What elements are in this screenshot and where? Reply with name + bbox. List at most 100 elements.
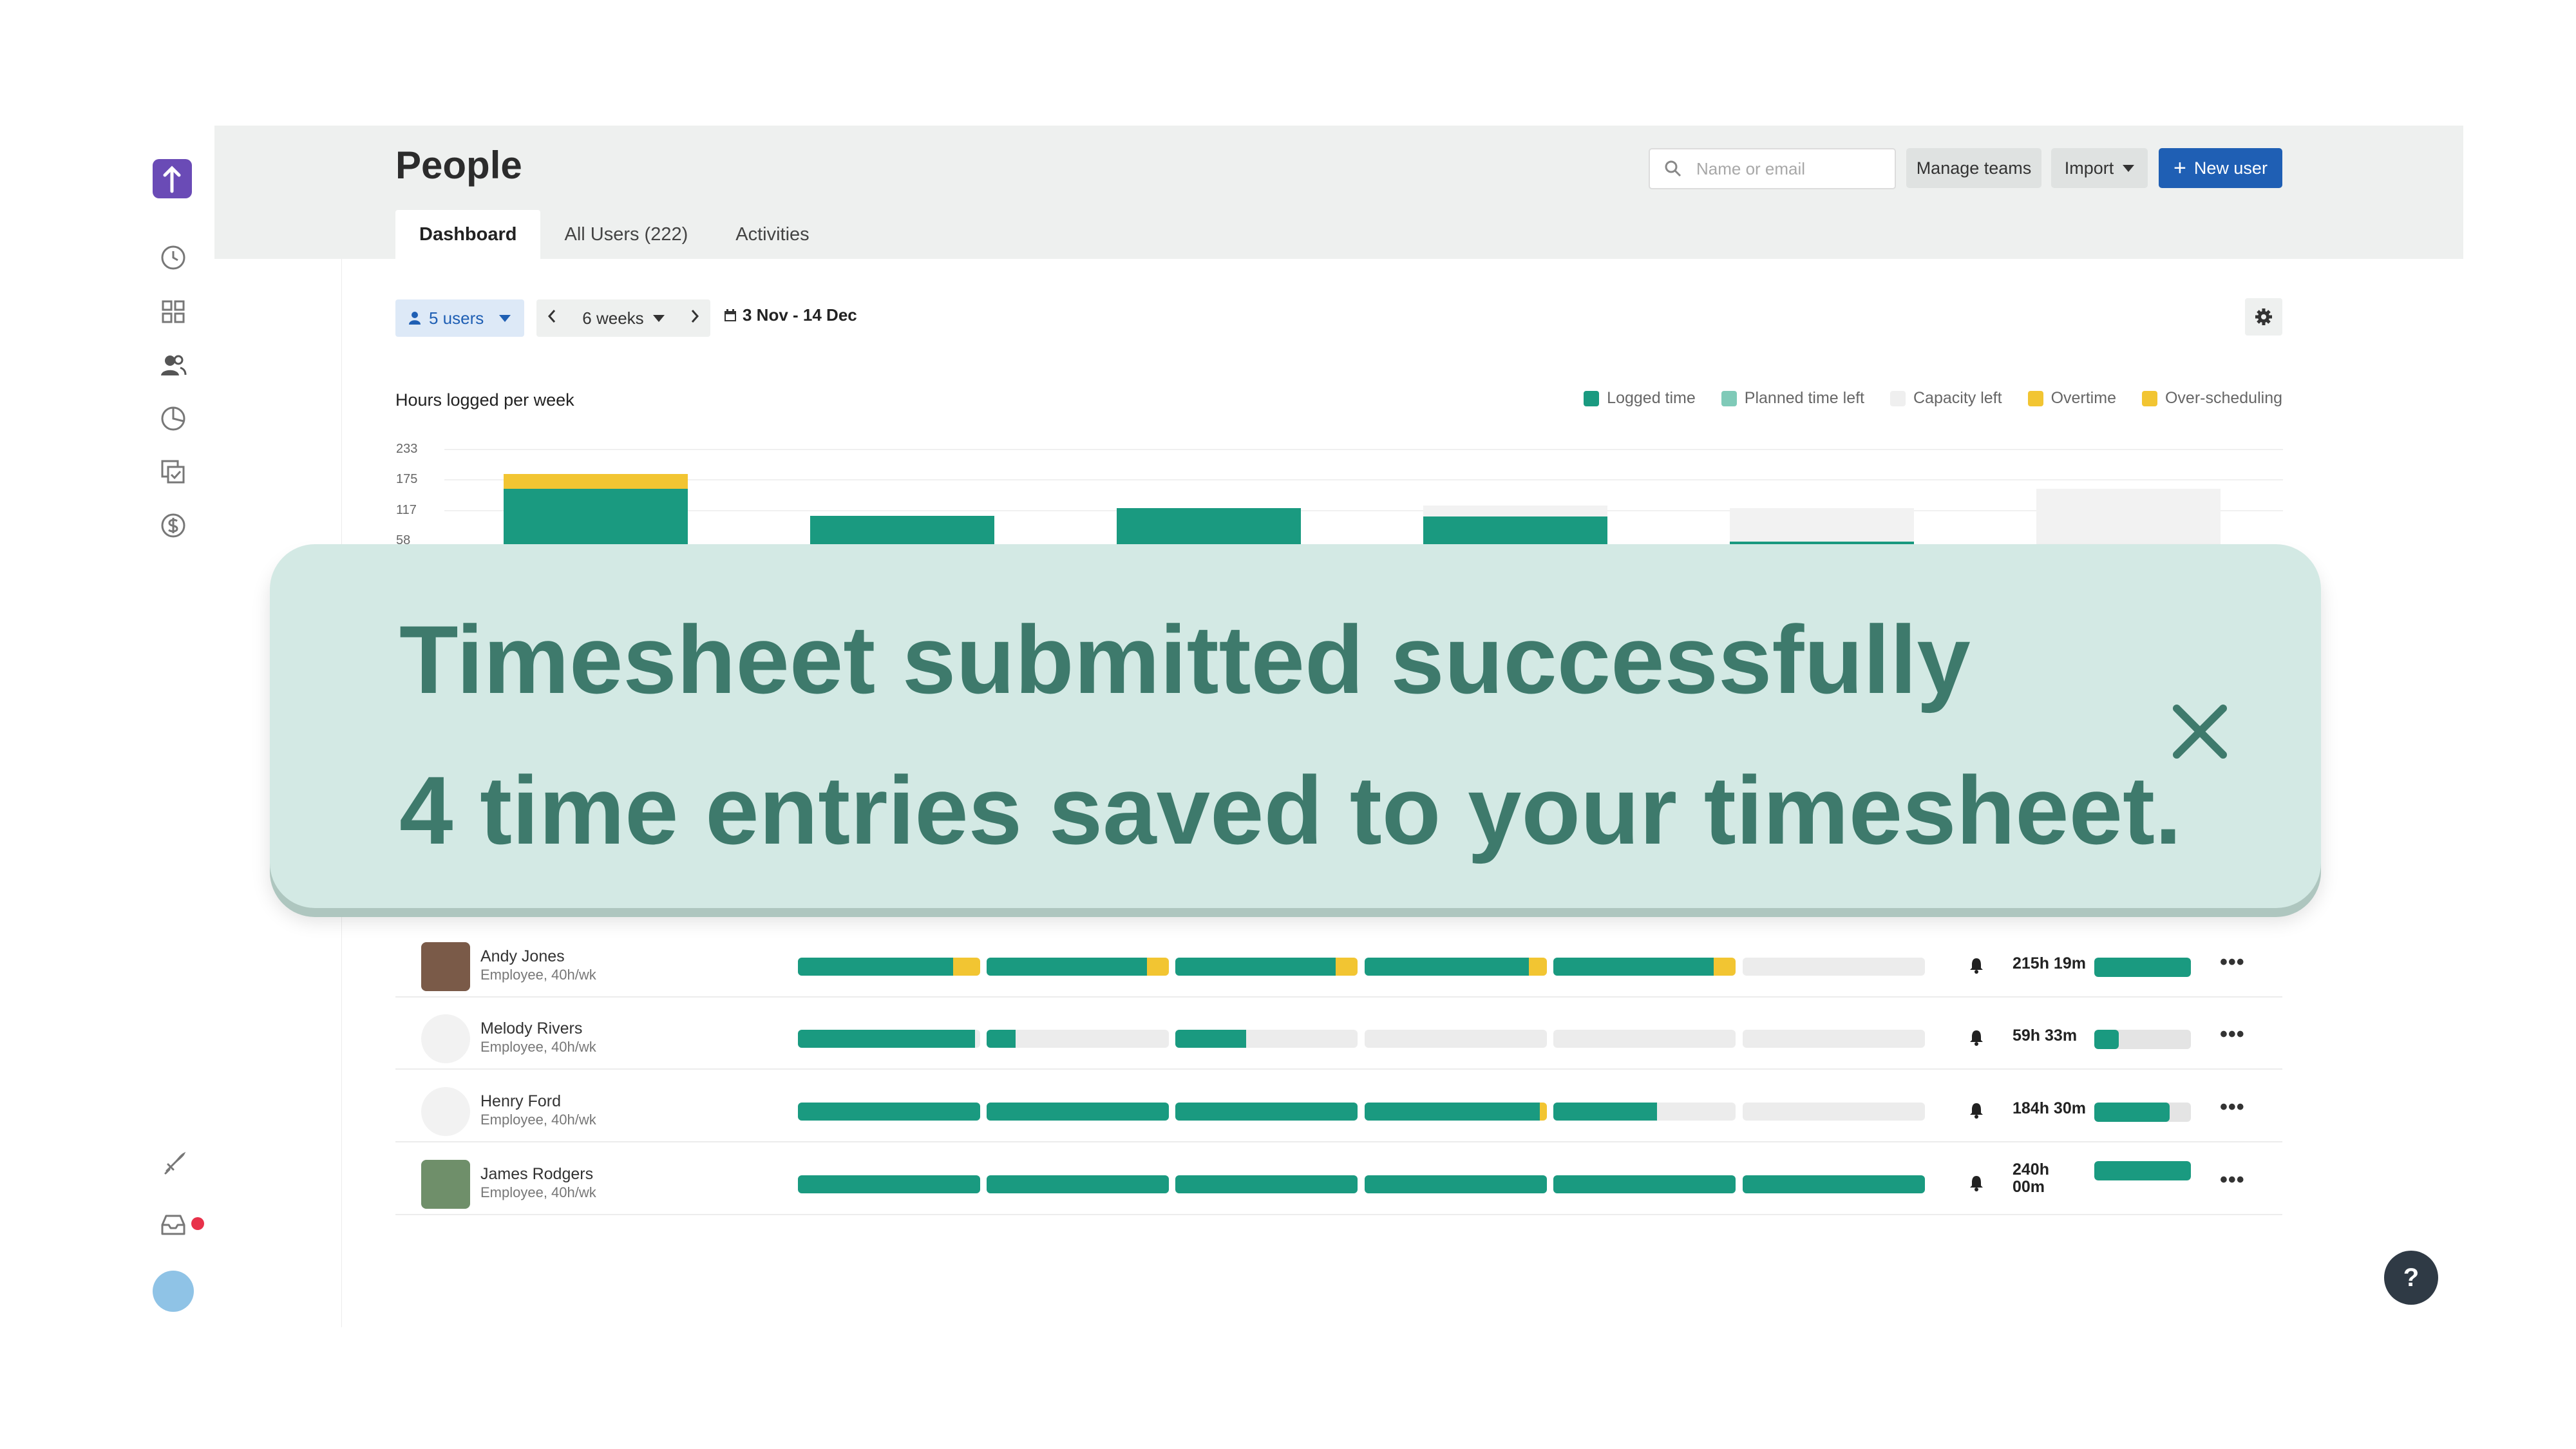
pie-icon[interactable] [159, 404, 187, 433]
logged-segment [987, 1175, 1169, 1193]
hours-total: 215h 19m [2012, 954, 2086, 972]
week-bar [987, 1103, 1169, 1121]
logged-segment [1743, 1175, 1925, 1193]
week-bar [798, 1103, 980, 1121]
import-label: Import [2064, 158, 2114, 178]
week-bar [1743, 1030, 1925, 1048]
table-row[interactable]: Melody Rivers Employee, 40h/wk 59h 33m ••• [395, 996, 2282, 1070]
logged-segment [1175, 1030, 1247, 1048]
capacity-progress [2094, 1030, 2191, 1049]
date-range-label: 3 Nov - 14 Dec [743, 305, 857, 325]
more-options-icon[interactable]: ••• [2220, 1095, 2245, 1120]
manage-teams-label: Manage teams [1916, 158, 2032, 178]
bell-icon[interactable] [1967, 1174, 1985, 1192]
logged-segment [1553, 958, 1714, 976]
chevron-down-icon [2123, 164, 2135, 172]
tab-all-users[interactable]: All Users (222) [540, 210, 712, 259]
users-filter-label: 5 users [429, 308, 484, 328]
help-button[interactable]: ? [2384, 1251, 2438, 1305]
more-options-icon[interactable]: ••• [2220, 1168, 2245, 1193]
table-row[interactable]: Andy Jones Employee, 40h/wk 215h 19m ••• [395, 924, 2282, 998]
chevron-right-icon[interactable] [690, 308, 700, 328]
logged-segment [1553, 1175, 1736, 1193]
chart-title: Hours logged per week [395, 390, 574, 410]
settings-button[interactable] [2245, 298, 2282, 336]
new-user-button[interactable]: + New user [2159, 148, 2282, 188]
people-icon[interactable] [159, 351, 187, 379]
logged-segment [1365, 1103, 1540, 1121]
period-label: 6 weeks [582, 308, 644, 328]
rocket-icon[interactable] [159, 1150, 187, 1179]
logged-segment [987, 958, 1148, 976]
week-bar [1175, 1030, 1358, 1048]
legend-label: Over-scheduling [2164, 389, 2282, 407]
close-icon[interactable] [2168, 699, 2232, 764]
overtime-segment [1539, 1103, 1547, 1121]
more-options-icon[interactable]: ••• [2220, 1022, 2245, 1047]
y-tick-label: 117 [396, 503, 417, 517]
overtime-segment [1714, 958, 1736, 976]
legend-label: Planned time left [1744, 389, 1864, 407]
date-range[interactable]: 3 Nov - 14 Dec [723, 305, 857, 325]
week-bar [1365, 1175, 1547, 1193]
legend-planned-time-left: Planned time left [1721, 389, 1864, 408]
overtime-segment [952, 958, 980, 976]
user-role: Employee, 40h/wk [480, 967, 596, 983]
week-bar [1743, 1175, 1925, 1193]
table-row[interactable]: Henry Ford Employee, 40h/wk 184h 30m ••• [395, 1069, 2282, 1142]
week-bar [1175, 958, 1358, 976]
user-role: Employee, 40h/wk [480, 1039, 596, 1055]
week-bar [1553, 1030, 1736, 1048]
grid-icon[interactable] [159, 298, 187, 326]
manage-teams-button[interactable]: Manage teams [1906, 148, 2041, 188]
bell-icon[interactable] [1967, 956, 1985, 974]
week-bar [1365, 958, 1547, 976]
bar-overtime [504, 474, 688, 489]
period-selector[interactable]: 6 weeks [536, 299, 710, 337]
plus-icon: + [2174, 155, 2186, 180]
user-name[interactable]: Henry Ford [480, 1092, 561, 1111]
legend-label: Logged time [1607, 389, 1696, 407]
user-name[interactable]: Andy Jones [480, 947, 565, 966]
users-filter[interactable]: 5 users [395, 299, 524, 337]
y-tick-label: 175 [396, 472, 418, 486]
table-row[interactable]: James Rodgers Employee, 40h/wk 240h 00m ••• [395, 1142, 2282, 1215]
gear-icon [2255, 308, 2272, 325]
week-bar [1553, 1103, 1736, 1121]
overtime-segment [1528, 958, 1547, 976]
tab-activities[interactable]: Activities [712, 210, 833, 259]
avatar [421, 1160, 470, 1209]
overtime-segment [1336, 958, 1358, 976]
user-role: Employee, 40h/wk [480, 1184, 596, 1200]
bar-capacity-left [1423, 506, 1607, 517]
week-bar [1365, 1030, 1547, 1048]
bell-icon[interactable] [1967, 1028, 1985, 1046]
search-box[interactable] [1649, 148, 1896, 189]
task-icon[interactable] [159, 458, 187, 486]
dollar-icon[interactable] [159, 511, 187, 540]
week-bar [987, 1175, 1169, 1193]
more-options-icon[interactable]: ••• [2220, 950, 2245, 975]
bell-icon[interactable] [1967, 1101, 1985, 1119]
chevron-down-icon [652, 314, 665, 322]
app-logo[interactable] [153, 159, 192, 198]
inbox-icon[interactable] [159, 1211, 187, 1239]
week-bar [798, 1175, 980, 1193]
week-bar [1175, 1175, 1358, 1193]
user-name[interactable]: James Rodgers [480, 1165, 593, 1184]
avatar[interactable] [153, 1271, 194, 1312]
user-name[interactable]: Melody Rivers [480, 1019, 582, 1038]
legend-capacity-left: Capacity left [1890, 389, 2002, 408]
clock-icon[interactable] [159, 243, 187, 272]
search-input[interactable] [1695, 157, 1884, 180]
logged-segment [987, 1030, 1016, 1048]
legend-label: Overtime [2050, 389, 2116, 407]
logged-segment [1175, 958, 1336, 976]
logged-segment [798, 958, 953, 976]
tab-dashboard[interactable]: Dashboard [395, 210, 541, 259]
import-button[interactable]: Import [2051, 148, 2148, 188]
logged-segment [1175, 1175, 1358, 1193]
tab-bar: Dashboard All Users (222) Activities [395, 210, 833, 259]
chevron-left-icon[interactable] [547, 308, 557, 328]
week-bar [798, 1030, 980, 1048]
